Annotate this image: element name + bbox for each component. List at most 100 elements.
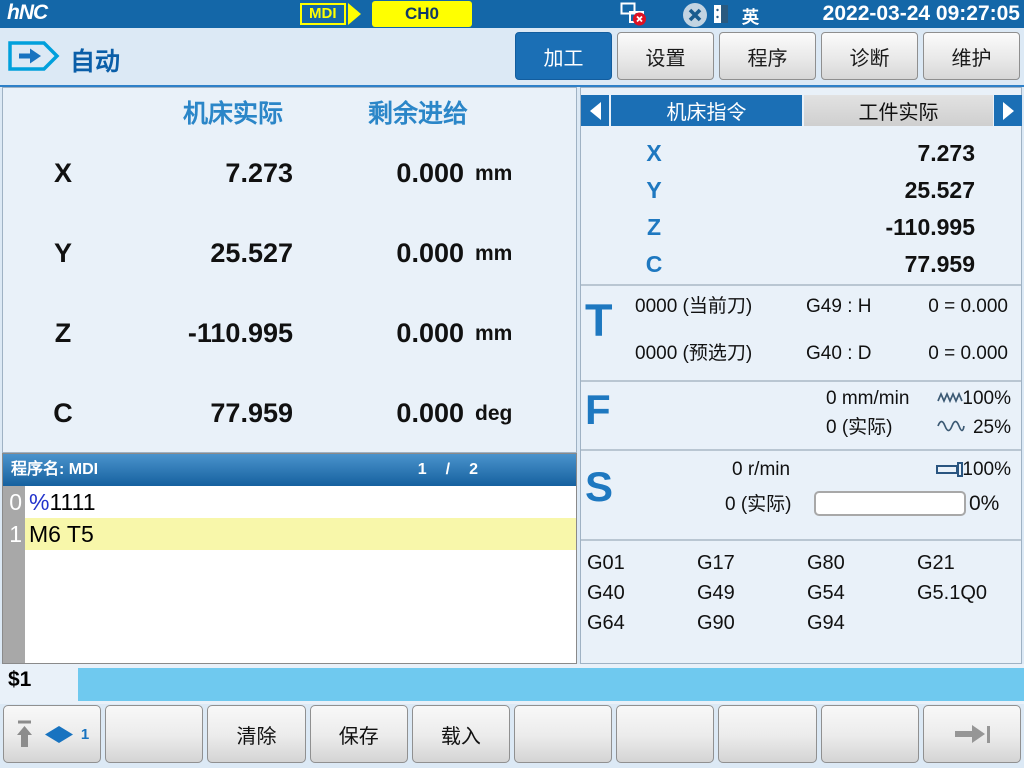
axis-label: C [636,246,672,283]
coord-axis-row: Y 25.527 [581,172,1021,209]
ime-close-icon[interactable] [681,2,711,28]
axis-label: X [41,148,85,198]
page-indicator: 1/2 [409,454,488,486]
page-separator: / [437,461,460,478]
program-line-current[interactable]: 1 M6 T5 [3,518,576,550]
softkey-empty-7[interactable] [616,705,714,763]
feed-row: 0 mm/min 100% [581,385,1021,412]
gcode-cell: G49 [697,578,801,608]
axis-remaining-value: 0.000 [318,148,464,198]
gcode-cell: G40 [587,578,691,608]
remaining-feed-header: 剩余进给 [343,96,493,132]
status-row: $1 [0,664,1024,704]
line-number: 0 [3,486,25,518]
axis-actual-value: 25.527 [98,228,293,278]
next-page-button[interactable] [923,705,1021,763]
prev-coord-view-button[interactable] [581,95,609,126]
spindle-row: 0 (实际) 0% [581,490,1021,520]
axis-row-z: Z -110.995 0.000 mm [3,308,576,358]
clear-button[interactable]: 清除 [207,705,305,763]
feed-row: 0 (实际) 25% [581,414,1021,441]
gcode-cell: G21 [917,548,1021,578]
section-divider [581,539,1021,541]
gcode-cell: G90 [697,608,801,638]
program-header: 程序名: MDI 1/2 [3,454,576,486]
gcode-cell: G17 [697,548,801,578]
tab-program[interactable]: 程序 [719,32,816,80]
coord-axis-row: Z -110.995 [581,209,1021,246]
network-error-icon [620,2,647,26]
axis-row-y: Y 25.527 0.000 mm [3,228,576,278]
tab-settings[interactable]: 设置 [617,32,714,80]
softkey-empty-2[interactable] [105,705,203,763]
mode-title: 自动 [70,42,120,78]
channel-label: $1 [8,668,31,692]
gcode-cell: G80 [807,548,911,578]
axis-unit: deg [475,388,545,440]
spindle-override-percent: 100% [959,456,1011,483]
tool-comp-code: G40 : D [806,339,871,369]
line-code: M6 T5 [29,521,94,547]
axis-value: 7.273 [917,135,975,172]
softkey-empty-9[interactable] [821,705,919,763]
mode-badge: MDI [300,3,361,25]
tab-workpiece-actual[interactable]: 工件实际 [804,95,993,126]
coord-axis-row: X 7.273 [581,135,1021,172]
section-divider [581,449,1021,451]
mode-badge-arrow-icon [348,3,361,25]
gcode-cell: G01 [587,548,691,578]
spindle-actual-value: 0 (实际) [725,490,792,520]
axis-row-x: X 7.273 0.000 mm [3,148,576,198]
program-line[interactable]: 0 %1111 [3,486,576,518]
softkey-empty-8[interactable] [718,705,816,763]
load-button[interactable]: 载入 [412,705,510,763]
status-progress-track [78,668,1024,701]
language-indicator[interactable]: 英 [742,3,759,28]
save-button[interactable]: 保存 [310,705,408,763]
axis-actual-value: 7.273 [98,148,293,198]
axis-actual-value: -110.995 [98,308,293,358]
line-text: M6 T5 [25,518,576,550]
program-symbol: % [29,489,49,515]
gcode-cell: G54 [807,578,911,608]
coordinate-panel: 机床指令 工件实际 X 7.273 Y 25.527 Z -110.995 C … [580,87,1022,664]
section-divider [581,380,1021,382]
axis-unit: mm [475,228,545,280]
position-panel: 机床实际 剩余进给 X 7.273 0.000 mm Y 25.527 0.00… [2,87,577,453]
axis-label: X [636,135,672,172]
feed-actual-value: 0 (实际) [826,414,893,441]
program-panel: 程序名: MDI 1/2 0 %1111 1 M6 T5 [2,453,577,664]
axis-unit: mm [475,308,545,360]
spindle-speed-value: 0 r/min [732,456,790,483]
tool-comp-value: 0 = 0.000 [928,292,1008,322]
gcode-cell: G5.1Q0 [917,578,1021,608]
ime-keyboard-icon[interactable] [714,5,728,23]
titlebar: hNC MDI CH0 英 2022-03-24 09:27:05 [0,0,1024,28]
axis-label: Y [636,172,672,209]
tab-machining[interactable]: 加工 [515,32,612,80]
tab-diagnosis[interactable]: 诊断 [821,32,918,80]
tool-row: 0000 (预选刀) G40 : D 0 = 0.000 [581,339,1021,369]
marker-number: 1 [81,726,89,743]
next-coord-view-button[interactable] [994,95,1022,126]
softkey-empty-6[interactable] [514,705,612,763]
return-marker-button[interactable]: 1 [3,705,101,763]
axis-remaining-value: 0.000 [318,388,464,438]
gcode-cell: G94 [807,608,911,638]
channel-badge: CH0 [372,1,472,27]
tab-maintenance[interactable]: 维护 [923,32,1020,80]
page-total: 2 [460,461,488,478]
page-current: 1 [409,461,437,478]
auto-mode-icon [8,41,60,71]
softkey-toolbar: 1 清除 保存 载入 [0,704,1024,768]
machine-actual-header: 机床实际 [123,96,343,132]
axis-label: Y [41,228,85,278]
line-number: 1 [3,518,25,550]
return-top-arrow-icon [15,719,37,749]
axis-label: Z [41,308,85,358]
tab-machine-command[interactable]: 机床指令 [611,95,802,126]
tool-row: 0000 (当前刀) G49 : H 0 = 0.000 [581,292,1021,322]
tool-number: 0000 (预选刀) [635,339,752,369]
hnc-logo: hNC [7,1,47,25]
diamond-marker-icon [45,726,73,743]
